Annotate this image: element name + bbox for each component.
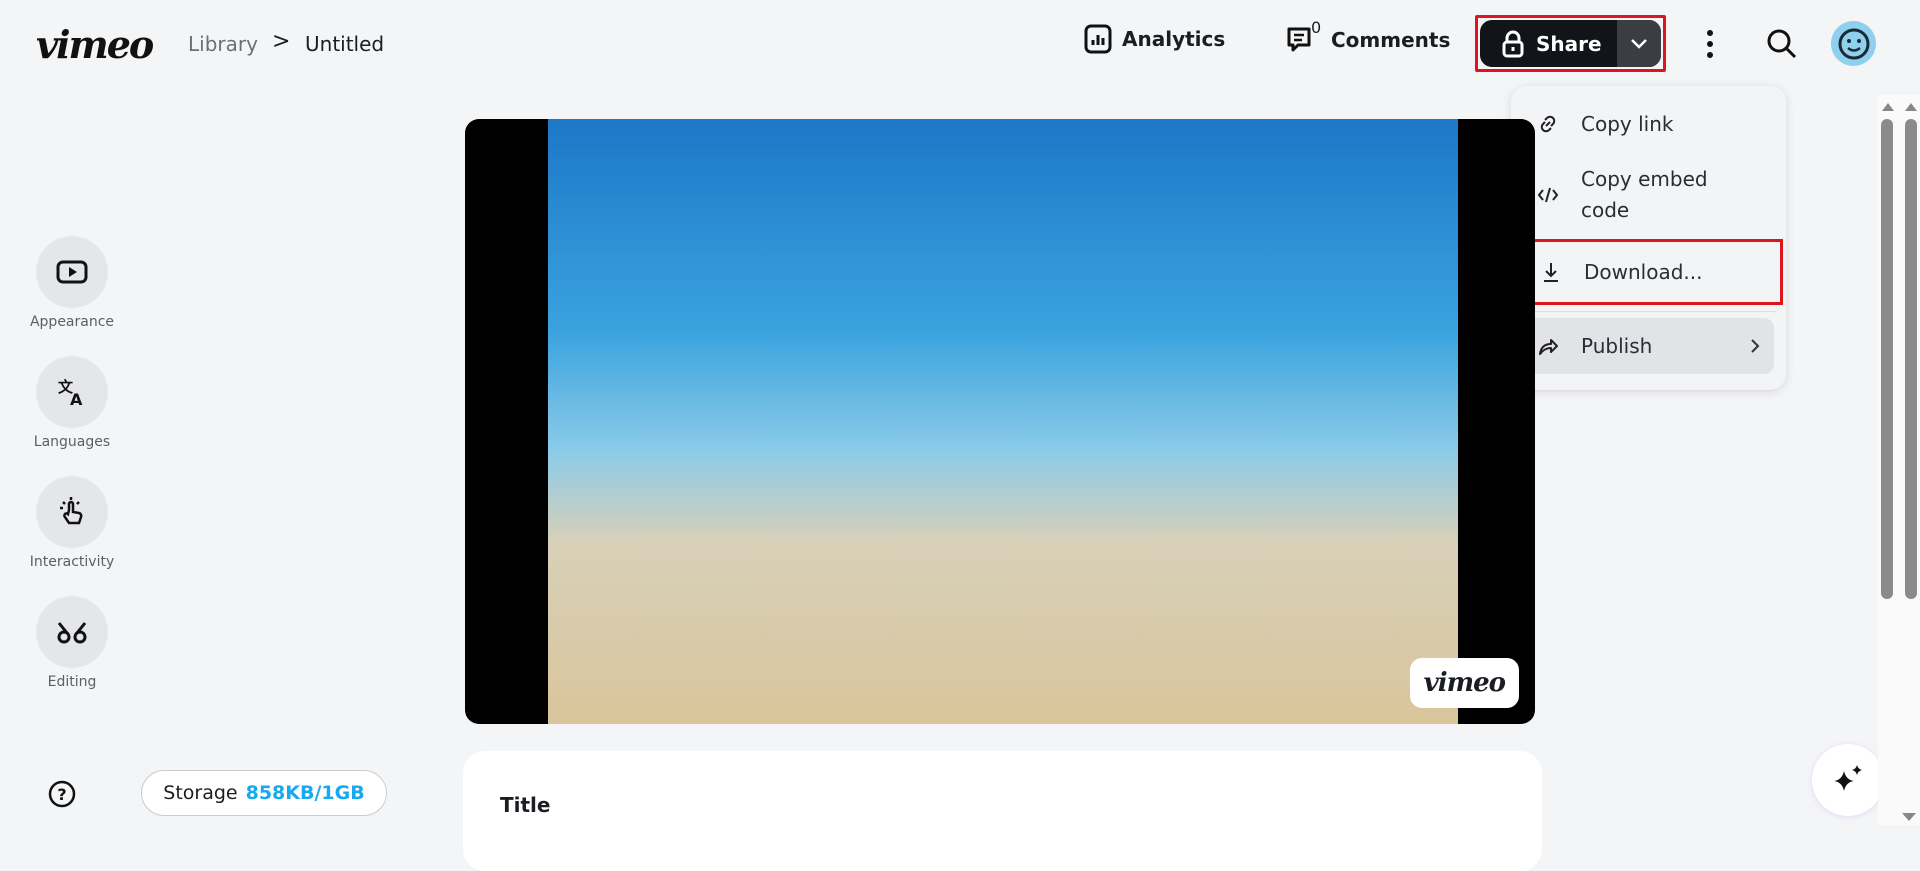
menu-item-download[interactable]: Download... bbox=[1514, 239, 1783, 305]
comments-label: Comments bbox=[1331, 28, 1451, 52]
analytics-label: Analytics bbox=[1122, 27, 1226, 51]
scrollbar-thumb[interactable] bbox=[1905, 119, 1917, 599]
sparkle-icon bbox=[1834, 765, 1862, 791]
storage-indicator[interactable]: Storage 858KB/1GB bbox=[141, 770, 387, 816]
smiley-icon bbox=[1838, 28, 1869, 59]
vimeo-watermark: vimeo bbox=[1409, 658, 1519, 708]
scroll-up-icon[interactable] bbox=[1882, 103, 1894, 111]
comments-count: 0 bbox=[1311, 18, 1322, 37]
search-icon bbox=[1767, 29, 1797, 59]
chevron-right-icon bbox=[1751, 339, 1760, 353]
share-button[interactable]: Share bbox=[1480, 30, 1617, 58]
menu-item-publish[interactable]: Publish bbox=[1523, 318, 1774, 374]
kebab-icon bbox=[1707, 30, 1713, 58]
menu-item-label: Download... bbox=[1584, 260, 1703, 284]
avatar[interactable] bbox=[1831, 21, 1876, 66]
menu-divider bbox=[1521, 311, 1776, 312]
title-label: Title bbox=[500, 793, 551, 817]
menu-item-label: Copy link bbox=[1581, 111, 1674, 136]
sidebar-label: Languages bbox=[33, 434, 111, 450]
share-button-group: Share bbox=[1475, 15, 1666, 72]
sidebar-item-interactivity[interactable] bbox=[36, 476, 108, 548]
share-menu: Copy link Copy embed code Download... Pu… bbox=[1511, 86, 1786, 390]
scroll-up-icon[interactable] bbox=[1905, 103, 1917, 111]
menu-item-label: Publish bbox=[1581, 334, 1653, 358]
vimeo-logo[interactable]: vimeo bbox=[36, 22, 154, 67]
sidebar-item-languages[interactable]: 文A bbox=[36, 356, 108, 428]
tap-icon bbox=[60, 497, 83, 525]
sidebar-label: Interactivity bbox=[29, 554, 115, 570]
menu-item-label: Copy embed code bbox=[1581, 167, 1708, 222]
sidebar-item-appearance[interactable] bbox=[36, 236, 108, 308]
help-icon: ? bbox=[48, 780, 76, 808]
share-arrow-icon bbox=[1539, 339, 1558, 355]
play-icon bbox=[56, 260, 88, 284]
storage-label: Storage bbox=[163, 782, 238, 804]
share-dropdown-toggle[interactable] bbox=[1617, 20, 1661, 67]
breadcrumb-separator-icon: > bbox=[272, 29, 291, 54]
more-options-button[interactable] bbox=[1700, 28, 1720, 64]
breadcrumb-current: Untitled bbox=[305, 32, 385, 56]
analytics-icon bbox=[1084, 24, 1112, 54]
video-player[interactable]: vimeo bbox=[465, 119, 1535, 724]
code-icon bbox=[1537, 187, 1559, 203]
scissors-icon bbox=[57, 622, 87, 644]
download-icon bbox=[1544, 263, 1558, 282]
search-button[interactable] bbox=[1766, 28, 1798, 64]
breadcrumb-library[interactable]: Library bbox=[188, 32, 258, 56]
sidebar-item-editing[interactable] bbox=[36, 596, 108, 668]
details-card: Title bbox=[463, 751, 1542, 871]
sidebar-label: Editing bbox=[47, 674, 97, 690]
storage-value: 858KB/1GB bbox=[245, 782, 365, 804]
help-button[interactable]: ? bbox=[47, 779, 77, 813]
comments-button[interactable]: 0 Comments bbox=[1285, 18, 1451, 56]
sidebar-label: Appearance bbox=[29, 314, 115, 330]
svg-text:?: ? bbox=[57, 785, 66, 804]
lock-icon bbox=[1502, 30, 1524, 57]
scrollbar-thumb[interactable] bbox=[1881, 119, 1893, 599]
translate-icon: 文A bbox=[58, 378, 83, 407]
analytics-button[interactable]: Analytics bbox=[1084, 24, 1225, 54]
menu-item-copy-link[interactable]: Copy link bbox=[1511, 96, 1786, 151]
share-label: Share bbox=[1536, 31, 1602, 56]
scrollbar[interactable] bbox=[1878, 95, 1920, 825]
scroll-down-icon[interactable] bbox=[1902, 813, 1916, 821]
svg-text:A: A bbox=[70, 390, 83, 407]
video-frame bbox=[548, 119, 1458, 724]
menu-item-copy-embed-code[interactable]: Copy embed code bbox=[1511, 151, 1786, 239]
link-icon bbox=[1540, 115, 1556, 132]
chevron-down-icon bbox=[1631, 38, 1647, 49]
ai-assistant-button[interactable] bbox=[1812, 744, 1884, 816]
